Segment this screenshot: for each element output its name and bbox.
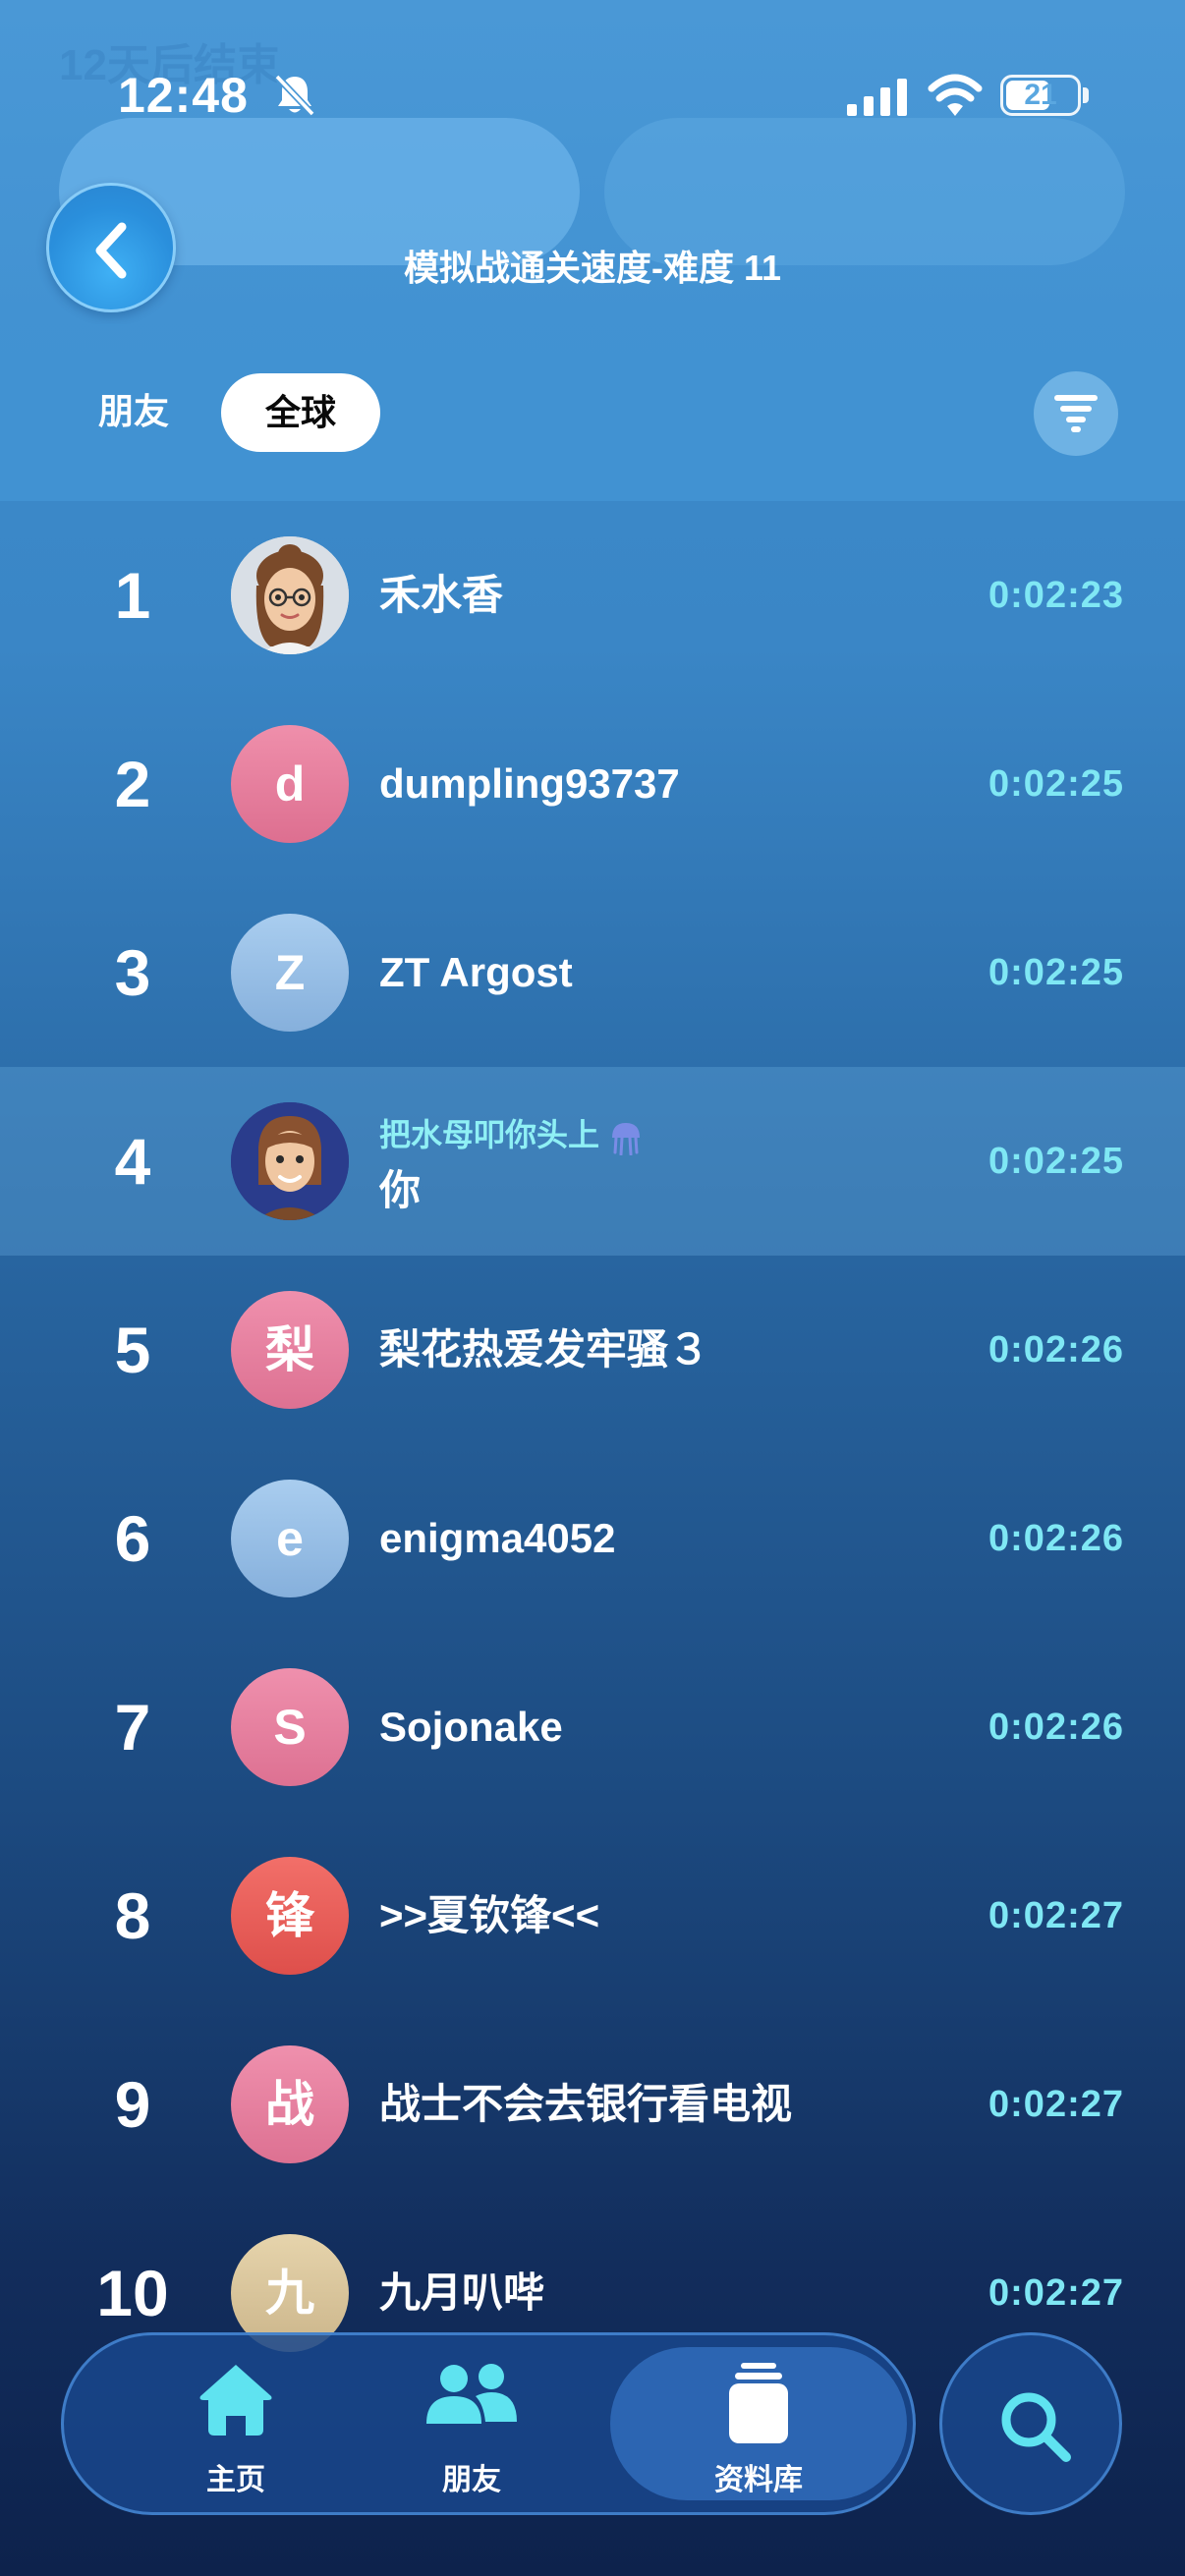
avatar — [231, 536, 349, 654]
player-status-text: 把水母叩你头上 — [379, 1117, 600, 1152]
finish-time: 0:02:26 — [988, 1329, 1124, 1371]
rank: 9 — [114, 2068, 151, 2141]
rank: 3 — [114, 936, 151, 1009]
leaderboard-row[interactable]: 8 锋 >>夏钦锋<< 0:02:27 — [0, 1821, 1185, 2010]
avatar: 锋 — [231, 1857, 349, 1975]
finish-time: 0:02:26 — [988, 1518, 1124, 1559]
player-name: 战士不会去银行看电视 — [379, 2081, 793, 2127]
leaderboard-row[interactable]: 3 Z ZT Argost 0:02:25 — [0, 878, 1185, 1067]
bottom-tab-bar: 主页 朋友 资料库 — [61, 2332, 916, 2515]
rank: 4 — [114, 1125, 151, 1198]
nav-library[interactable]: 资料库 — [610, 2347, 907, 2500]
self-name-stack: 把水母叩你头上 你 — [379, 1110, 643, 1217]
bell-slash-icon — [274, 74, 315, 117]
battery-level: 21 — [1024, 79, 1057, 111]
battery-nub — [1083, 87, 1089, 103]
finish-time: 0:02:27 — [988, 1895, 1124, 1936]
search-button[interactable] — [939, 2332, 1122, 2515]
finish-time: 0:02:27 — [988, 2084, 1124, 2125]
leaderboard-row[interactable]: 2 d dumpling93737 0:02:25 — [0, 690, 1185, 878]
avatar: d — [231, 725, 349, 843]
library-stack-icon — [729, 2363, 788, 2443]
nav-library-label: 资料库 — [714, 2464, 803, 2496]
nav-friends[interactable]: 朋友 — [388, 2335, 555, 2512]
rank: 1 — [114, 559, 151, 632]
player-name: 你 — [379, 1167, 422, 1213]
leaderboard-row[interactable]: 5 梨 梨花热爱发牢骚３ 0:02:26 — [0, 1256, 1185, 1444]
memoji-woman-icon — [231, 536, 349, 654]
page-title: 模拟战通关速度-难度 11 — [403, 248, 782, 288]
leaderboard-row[interactable]: 9 战 战士不会去银行看电视 0:02:27 — [0, 2010, 1185, 2199]
memoji-man-icon — [231, 1102, 349, 1220]
player-name: 禾水香 — [379, 572, 504, 618]
header: 12天后结束 12:48 21 模拟战通关速度-难度 11 — [0, 0, 1185, 324]
search-icon — [1001, 2392, 1071, 2462]
player-name: Sojonake — [379, 1704, 563, 1750]
people-icon — [426, 2364, 517, 2424]
nav-friends-label: 朋友 — [442, 2464, 501, 2496]
avatar: e — [231, 1480, 349, 1597]
signal-icon — [847, 79, 907, 116]
rank: 8 — [114, 1879, 151, 1952]
house-icon — [199, 2365, 272, 2436]
battery-indicator: 21 — [1000, 75, 1081, 116]
player-name: ZT Argost — [379, 949, 573, 995]
player-name: dumpling93737 — [379, 760, 680, 807]
avatar: S — [231, 1668, 349, 1786]
nav-home-label: 主页 — [206, 2464, 265, 2496]
rank: 5 — [114, 1314, 151, 1386]
player-name: 梨花热爱发牢骚３ — [379, 1326, 710, 1372]
leaderboard-row[interactable]: 1 禾水香 0:02:23 — [0, 501, 1185, 690]
finish-time: 0:02:25 — [988, 1141, 1124, 1182]
player-status: 把水母叩你头上 — [379, 1110, 643, 1157]
tab-friends[interactable]: 朋友 — [98, 383, 169, 434]
avatar: Z — [231, 914, 349, 1032]
rank: 6 — [114, 1502, 151, 1575]
wifi-icon — [928, 74, 983, 116]
sort-button[interactable] — [1034, 371, 1118, 456]
status-time: 12:48 — [118, 68, 249, 123]
avatar: 梨 — [231, 1291, 349, 1409]
leaderboard-row-self[interactable]: 4 把水母叩你头上 你 0:02:25 — [0, 1067, 1185, 1256]
rank: 7 — [114, 1691, 151, 1764]
leaderboard-row[interactable]: 7 S Sojonake 0:02:26 — [0, 1633, 1185, 1821]
tab-global[interactable]: 全球 — [221, 373, 380, 452]
jellyfish-icon — [612, 1122, 641, 1155]
rank: 2 — [114, 748, 151, 820]
sort-filter-icon — [1054, 395, 1098, 432]
nav-home[interactable]: 主页 — [152, 2335, 319, 2512]
avatar: 战 — [231, 2045, 349, 2163]
finish-time: 0:02:25 — [988, 763, 1124, 805]
avatar — [231, 1102, 349, 1220]
finish-time: 0:02:25 — [988, 952, 1124, 993]
finish-time: 0:02:23 — [988, 575, 1124, 616]
player-name: >>夏钦锋<< — [379, 1892, 600, 1938]
finish-time: 0:02:26 — [988, 1707, 1124, 1748]
leaderboard-row[interactable]: 6 e enigma4052 0:02:26 — [0, 1444, 1185, 1633]
leaderboard-list: 1 禾水香 0:02:23 2 d dumpling93737 0:02:25 … — [0, 501, 1185, 2387]
player-name: enigma4052 — [379, 1515, 616, 1561]
filter-bar: 朋友 全球 — [0, 324, 1185, 501]
